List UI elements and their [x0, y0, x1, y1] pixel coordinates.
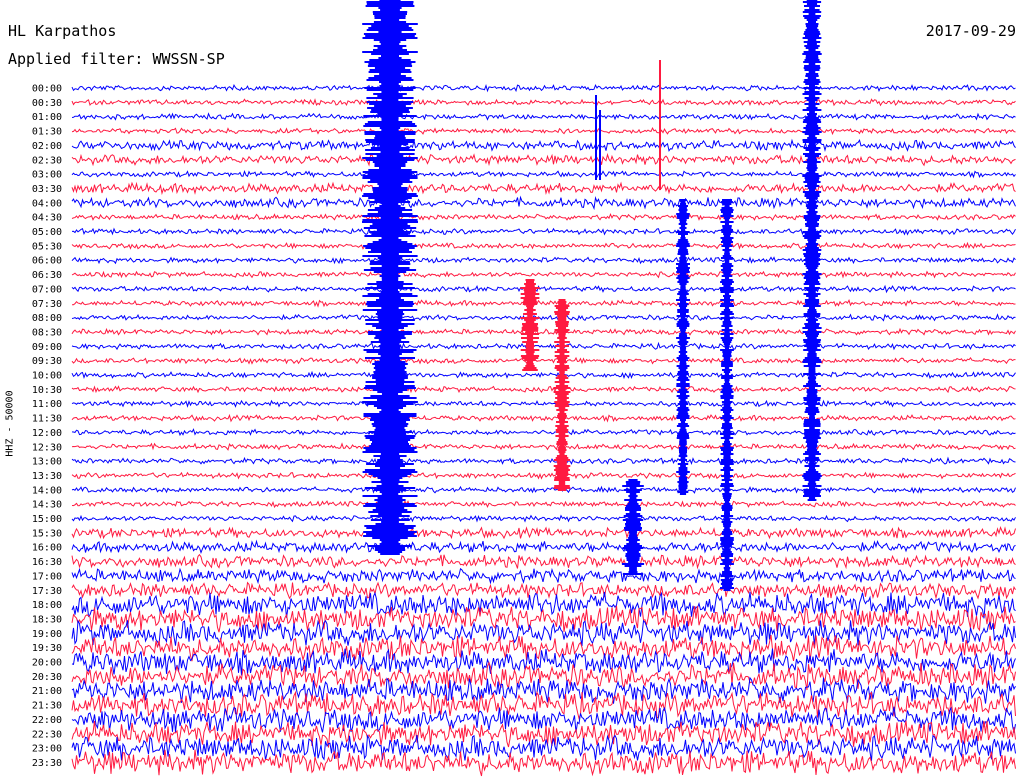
- row-tick-label: 21:30: [32, 701, 62, 712]
- row-tick-label: 08:30: [32, 327, 62, 338]
- row-tick-label: 16:30: [32, 557, 62, 568]
- row-tick-label: 11:30: [32, 414, 62, 425]
- trace-line-12:00: [71, 428, 1016, 437]
- event-burst: [720, 199, 734, 591]
- trace-line-09:30: [71, 356, 1016, 365]
- row-tick-label: 12:00: [32, 428, 62, 439]
- trace-line-02:30: [71, 152, 1016, 167]
- row-tick-label: 20:00: [32, 658, 62, 669]
- trace-line-20:30: [71, 661, 1016, 691]
- trace-line-11:30: [71, 413, 1016, 423]
- row-tick-label: 16:00: [32, 543, 62, 554]
- row-tick-label: 18:30: [32, 614, 62, 625]
- trace-line-08:30: [71, 327, 1016, 336]
- row-tick-label: 14:30: [32, 500, 62, 511]
- trace-line-05:30: [71, 241, 1016, 250]
- row-tick-label: 07:30: [32, 299, 62, 310]
- row-tick-label: 19:00: [32, 629, 62, 640]
- row-tick-label: 01:00: [32, 112, 62, 123]
- row-tick-label: 09:00: [32, 342, 62, 353]
- row-tick-label: 07:00: [32, 284, 62, 295]
- trace-line-10:30: [71, 385, 1016, 394]
- trace-line-23:00: [71, 734, 1016, 762]
- row-tick-label: 23:30: [32, 758, 62, 769]
- trace-line-04:00: [71, 195, 1016, 211]
- row-tick-label: 03:30: [32, 184, 62, 195]
- trace-line-09:00: [71, 341, 1016, 351]
- trace-line-05:00: [71, 226, 1016, 236]
- row-tick-label: 17:00: [32, 571, 62, 582]
- row-tick-label: 08:00: [32, 313, 62, 324]
- trace-line-13:00: [71, 456, 1016, 466]
- trace-line-00:30: [71, 98, 1016, 107]
- row-tick-label: 15:00: [32, 514, 62, 525]
- row-tick-label: 21:00: [32, 686, 62, 697]
- row-tick-label: 06:00: [32, 256, 62, 267]
- row-tick-label: 17:30: [32, 586, 62, 597]
- trace-line-14:00: [71, 485, 1016, 494]
- row-tick-label: 11:00: [32, 399, 62, 410]
- trace-line-06:00: [71, 256, 1016, 265]
- row-tick-label: 13:30: [32, 471, 62, 482]
- trace-line-01:00: [71, 112, 1016, 121]
- trace-line-07:30: [71, 299, 1016, 308]
- row-tick-label: 22:30: [32, 729, 62, 740]
- row-tick-label: 12:30: [32, 442, 62, 453]
- row-tick-label: 23:00: [32, 744, 62, 755]
- row-tick-label: 10:00: [32, 371, 62, 382]
- trace-line-15:30: [71, 525, 1016, 540]
- row-tick-label: 09:30: [32, 356, 62, 367]
- trace-line-03:30: [71, 181, 1016, 196]
- row-tick-label: 05:30: [32, 241, 62, 252]
- row-tick-label: 19:30: [32, 643, 62, 654]
- row-tick-label: 00:00: [32, 84, 62, 95]
- trace-line-10:00: [71, 370, 1016, 380]
- event-burst: [520, 279, 540, 371]
- trace-line-02:00: [71, 138, 1016, 152]
- event-burst: [676, 199, 690, 495]
- trace-line-22:30: [71, 720, 1016, 748]
- row-tick-label: 22:00: [32, 715, 62, 726]
- trace-line-14:30: [71, 500, 1016, 509]
- row-tick-label: 20:30: [32, 672, 62, 683]
- row-tick-label: 03:00: [32, 170, 62, 181]
- trace-line-13:30: [71, 471, 1016, 480]
- row-tick-label: 00:30: [32, 98, 62, 109]
- trace-line-16:00: [71, 539, 1016, 554]
- row-tick-label: 04:30: [32, 213, 62, 224]
- trace-line-17:00: [71, 567, 1016, 585]
- trace-line-06:30: [71, 270, 1016, 279]
- trace-line-20:00: [71, 648, 1016, 676]
- row-tick-label: 14:00: [32, 485, 62, 496]
- row-tick-label: 10:30: [32, 385, 62, 396]
- row-tick-label: 13:00: [32, 457, 62, 468]
- trace-line-04:30: [71, 212, 1016, 221]
- row-tick-label: 04:00: [32, 198, 62, 209]
- row-tick-label: 02:30: [32, 155, 62, 166]
- trace-line-08:00: [71, 313, 1016, 322]
- seismogram-plot: 00:00 00:30 01:00 01:30 02:00 02:30 03:00 03:30…: [32, 0, 1016, 777]
- row-tick-label: 06:30: [32, 270, 62, 281]
- row-tick-label: 02:00: [32, 141, 62, 152]
- row-tick-label: 05:00: [32, 227, 62, 238]
- trace-line-12:30: [71, 442, 1016, 451]
- trace-line-03:00: [71, 169, 1016, 179]
- trace-line-00:00: [71, 83, 1016, 93]
- row-tick-label: 15:30: [32, 528, 62, 539]
- trace-line-07:00: [71, 284, 1016, 294]
- event-burst: [802, 0, 822, 501]
- trace-line-17:30: [71, 581, 1016, 600]
- trace-line-01:30: [71, 126, 1016, 136]
- row-tick-label: 18:00: [32, 600, 62, 611]
- event-burst: [362, 0, 418, 555]
- row-tick-label: 01:30: [32, 127, 62, 138]
- event-burst: [621, 479, 645, 575]
- trace-line-11:00: [71, 399, 1016, 408]
- trace-line-16:30: [71, 553, 1016, 570]
- trace-line-15:00: [71, 514, 1016, 523]
- trace-line-21:30: [71, 690, 1016, 721]
